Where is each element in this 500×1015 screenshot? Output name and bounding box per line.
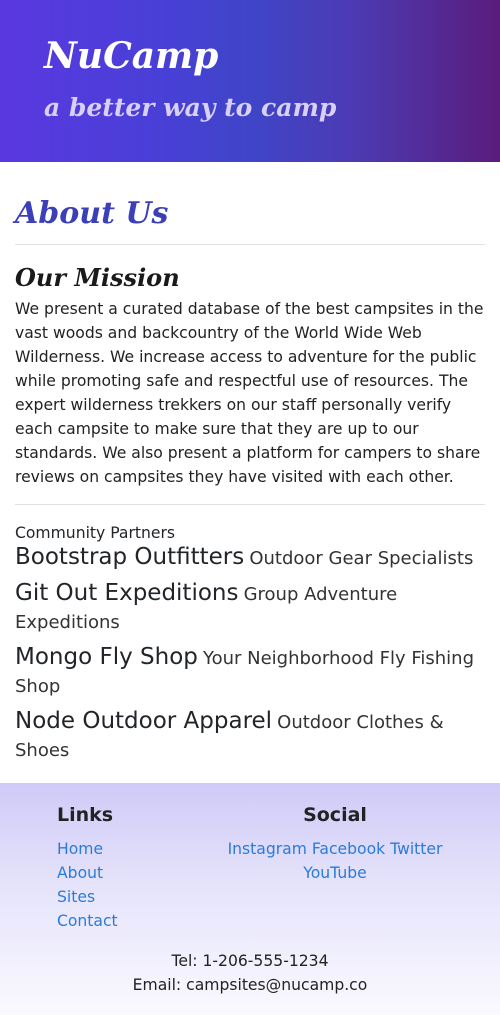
partners-list: Bootstrap Outfitters Outdoor Gear Specia… [15, 543, 485, 765]
partner-item: Mongo Fly Shop Your Neighborhood Fly Fis… [15, 643, 485, 701]
social-link-twitter[interactable]: Twitter [390, 840, 442, 858]
partner-item: Git Out Expeditions Group Adventure Expe… [15, 579, 485, 637]
partner-name: Node Outdoor Apparel [15, 708, 273, 734]
list-item: Home [57, 837, 200, 861]
footer-social-column: Social Instagram Facebook Twitter YouTub… [200, 803, 500, 933]
footer-link-sites[interactable]: Sites [57, 888, 95, 906]
list-item: About [57, 861, 200, 885]
contact-phone: Tel: 1-206-555-1234 [171, 952, 329, 970]
partner-name: Bootstrap Outfitters [15, 544, 245, 570]
site-footer: Links Home About Sites Contact Social In… [0, 783, 500, 1015]
footer-link-about[interactable]: About [57, 864, 103, 882]
footer-link-contact[interactable]: Contact [57, 912, 118, 930]
brand-title: NuCamp [44, 35, 219, 77]
contact-info: Tel: 1-206-555-1234 Email: campsites@nuc… [0, 949, 500, 997]
contact-email: Email: campsites@nucamp.co [132, 976, 368, 994]
list-item: Contact [57, 909, 200, 933]
brand-tagline: a better way to camp [44, 93, 337, 122]
partners-heading: Community Partners [15, 524, 176, 542]
footer-link-home[interactable]: Home [57, 840, 103, 858]
site-header: NuCamp a better way to camp [0, 0, 500, 162]
partner-item: Bootstrap Outfitters Outdoor Gear Specia… [15, 543, 485, 573]
mission-text: We present a curated database of the bes… [15, 300, 484, 486]
partner-description: Outdoor Gear Specialists [249, 548, 474, 569]
page-title: About Us [15, 196, 169, 231]
mission-title: Our Mission [15, 263, 180, 292]
partner-name: Git Out Expeditions [15, 580, 239, 606]
social-link-youtube[interactable]: YouTube [303, 864, 366, 882]
partner-name: Mongo Fly Shop [15, 644, 198, 670]
partner-item: Node Outdoor Apparel Outdoor Clothes & S… [15, 707, 485, 765]
footer-links-list: Home About Sites Contact [57, 837, 200, 933]
footer-columns: Links Home About Sites Contact Social In… [0, 783, 500, 933]
social-link-instagram[interactable]: Instagram [228, 840, 307, 858]
divider [15, 504, 485, 505]
footer-links-column: Links Home About Sites Contact [0, 803, 200, 933]
social-link-facebook[interactable]: Facebook [312, 840, 385, 858]
divider [15, 244, 485, 245]
links-title: Links [57, 804, 114, 826]
social-links: Instagram Facebook Twitter YouTube [200, 837, 470, 885]
list-item: Sites [57, 885, 200, 909]
social-title: Social [303, 804, 367, 826]
main-content: About Us Our Mission We present a curate… [0, 162, 500, 765]
